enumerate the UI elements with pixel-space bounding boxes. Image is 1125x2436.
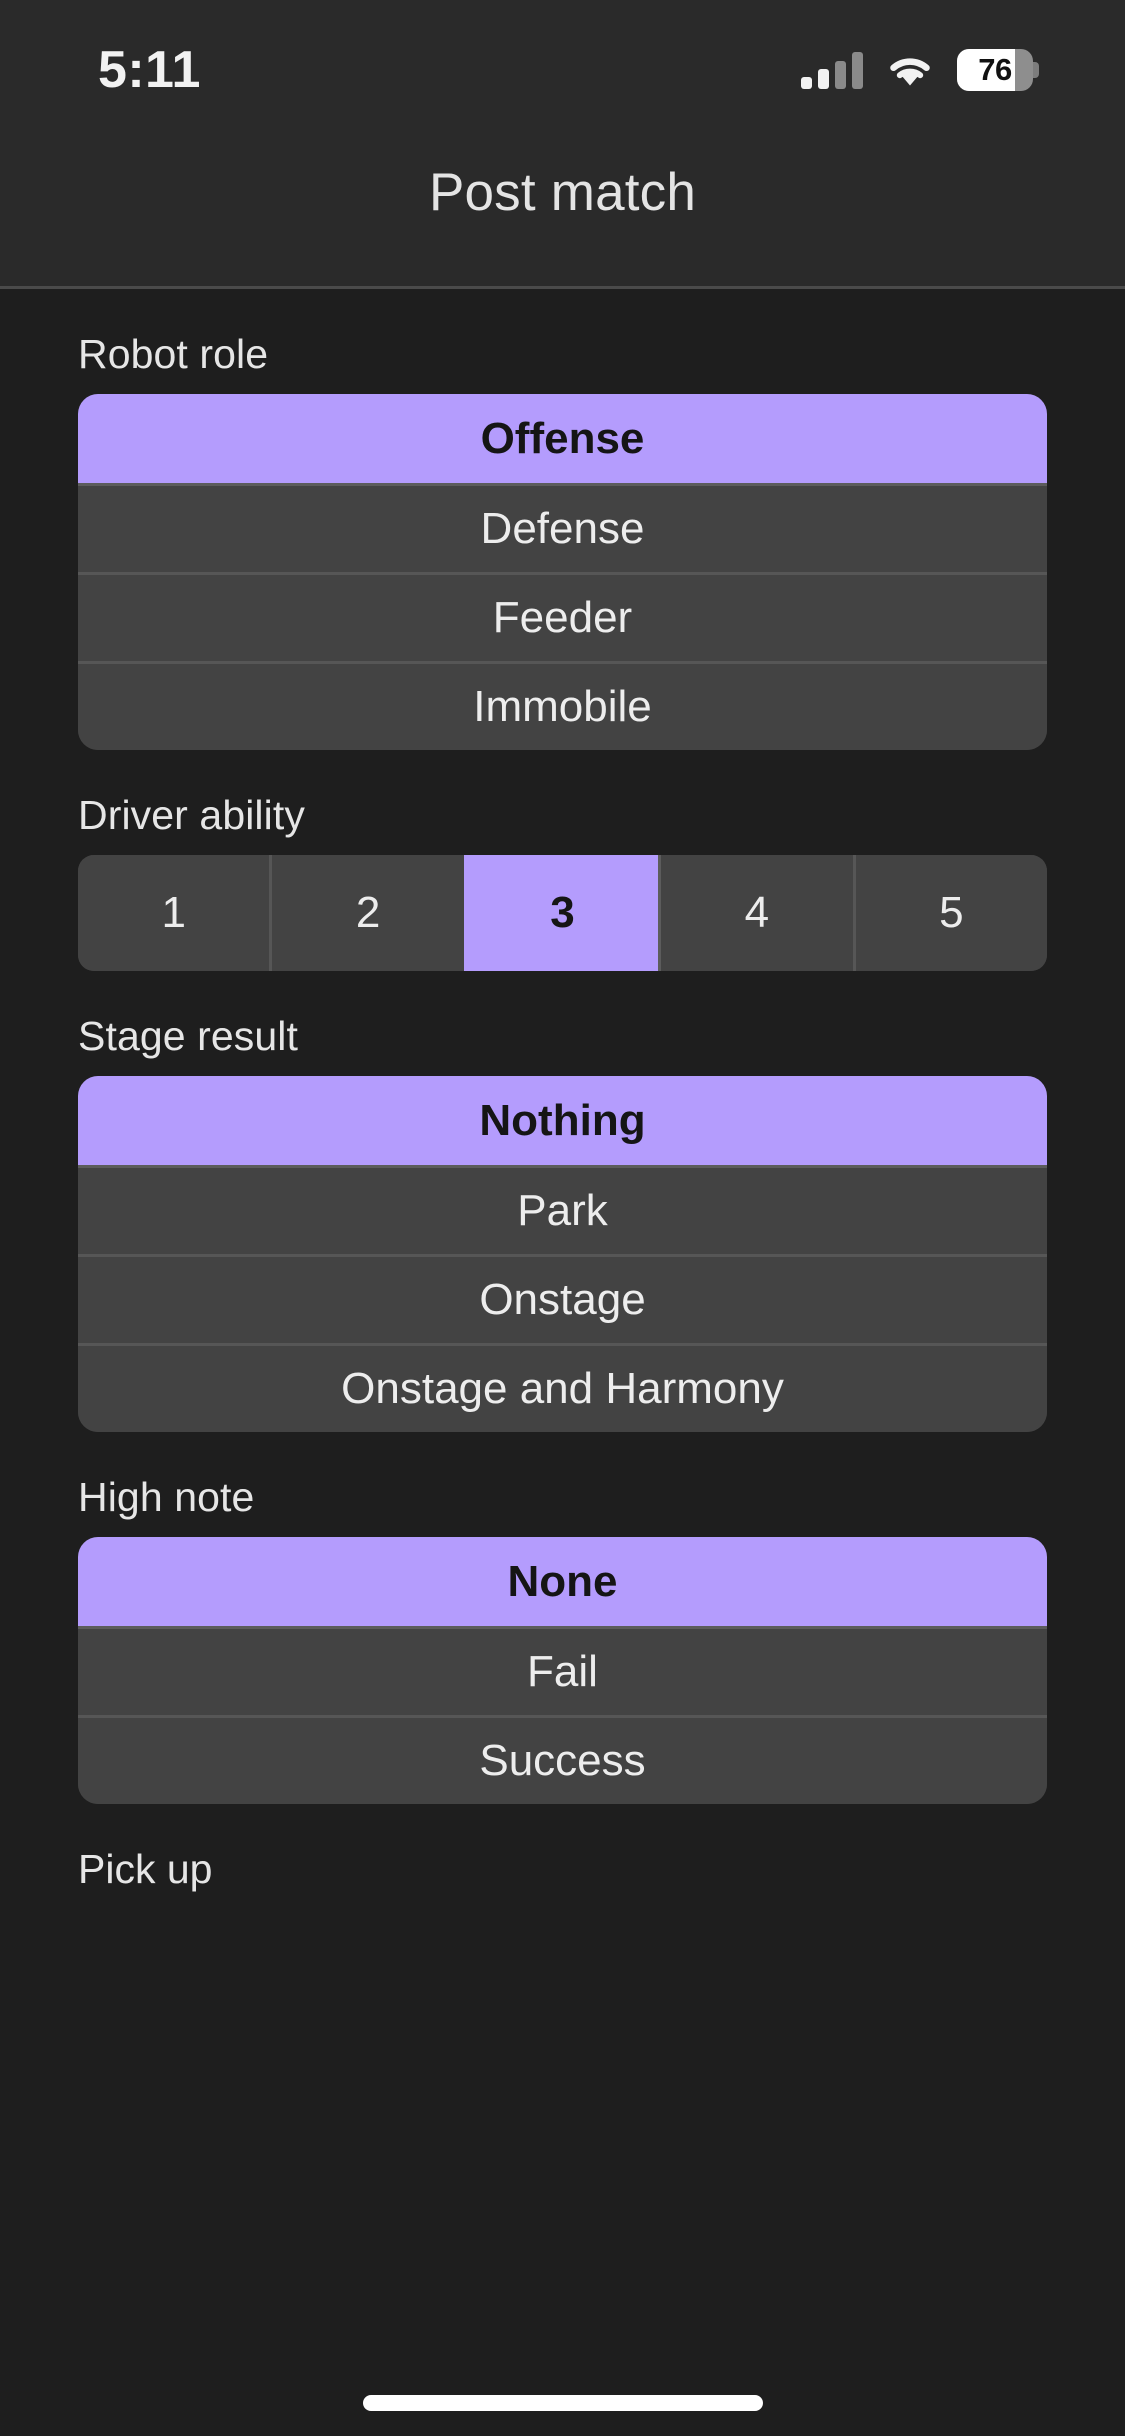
option-group-high-note: None Fail Success [78, 1537, 1047, 1804]
section-label-robot-role: Robot role [78, 331, 269, 377]
section-label-high-note: High note [78, 1474, 255, 1520]
battery-percent-label: 76 [978, 52, 1012, 87]
battery-icon: 76 [957, 49, 1039, 91]
form-content: Robot role Offense Defense Feeder Immobi… [0, 289, 1125, 1893]
section-label-pick-up: Pick up [78, 1846, 213, 1892]
section-driver-ability: Driver ability 1 2 3 4 5 [78, 750, 1047, 971]
status-bar: 5:11 76 [0, 0, 1125, 140]
option-group-robot-role: Offense Defense Feeder Immobile [78, 394, 1047, 750]
wifi-icon [885, 51, 935, 89]
option-stage-result-onstage[interactable]: Onstage [78, 1254, 1047, 1343]
section-high-note: High note None Fail Success [78, 1432, 1047, 1804]
option-robot-role-immobile[interactable]: Immobile [78, 661, 1047, 750]
segment-driver-ability-3[interactable]: 3 [463, 855, 659, 971]
section-label-driver-ability: Driver ability [78, 792, 305, 838]
option-stage-result-park[interactable]: Park [78, 1165, 1047, 1254]
option-high-note-none[interactable]: None [78, 1537, 1047, 1626]
page-title: Post match [428, 163, 697, 222]
option-robot-role-offense[interactable]: Offense [78, 394, 1047, 483]
option-robot-role-feeder[interactable]: Feeder [78, 572, 1047, 661]
section-robot-role: Robot role Offense Defense Feeder Immobi… [78, 289, 1047, 750]
section-stage-result: Stage result Nothing Park Onstage Onstag… [78, 971, 1047, 1432]
option-stage-result-onstage-and-harmony[interactable]: Onstage and Harmony [78, 1343, 1047, 1432]
segment-driver-ability-1[interactable]: 1 [78, 855, 270, 971]
segment-driver-ability-4[interactable]: 4 [658, 855, 853, 971]
option-robot-role-defense[interactable]: Defense [78, 483, 1047, 572]
segmented-control-driver-ability: 1 2 3 4 5 [78, 855, 1047, 971]
option-high-note-fail[interactable]: Fail [78, 1626, 1047, 1715]
option-stage-result-nothing[interactable]: Nothing [78, 1076, 1047, 1165]
cellular-signal-icon [801, 51, 863, 89]
option-group-stage-result: Nothing Park Onstage Onstage and Harmony [78, 1076, 1047, 1432]
segment-driver-ability-2[interactable]: 2 [269, 855, 464, 971]
option-high-note-success[interactable]: Success [78, 1715, 1047, 1804]
navigation-bar: Post match [0, 140, 1125, 289]
section-label-stage-result: Stage result [78, 1013, 298, 1059]
status-bar-indicators: 76 [801, 0, 1039, 140]
segment-driver-ability-5[interactable]: 5 [852, 855, 1047, 971]
home-indicator[interactable] [362, 2395, 763, 2411]
status-bar-time: 5:11 [98, 41, 201, 99]
